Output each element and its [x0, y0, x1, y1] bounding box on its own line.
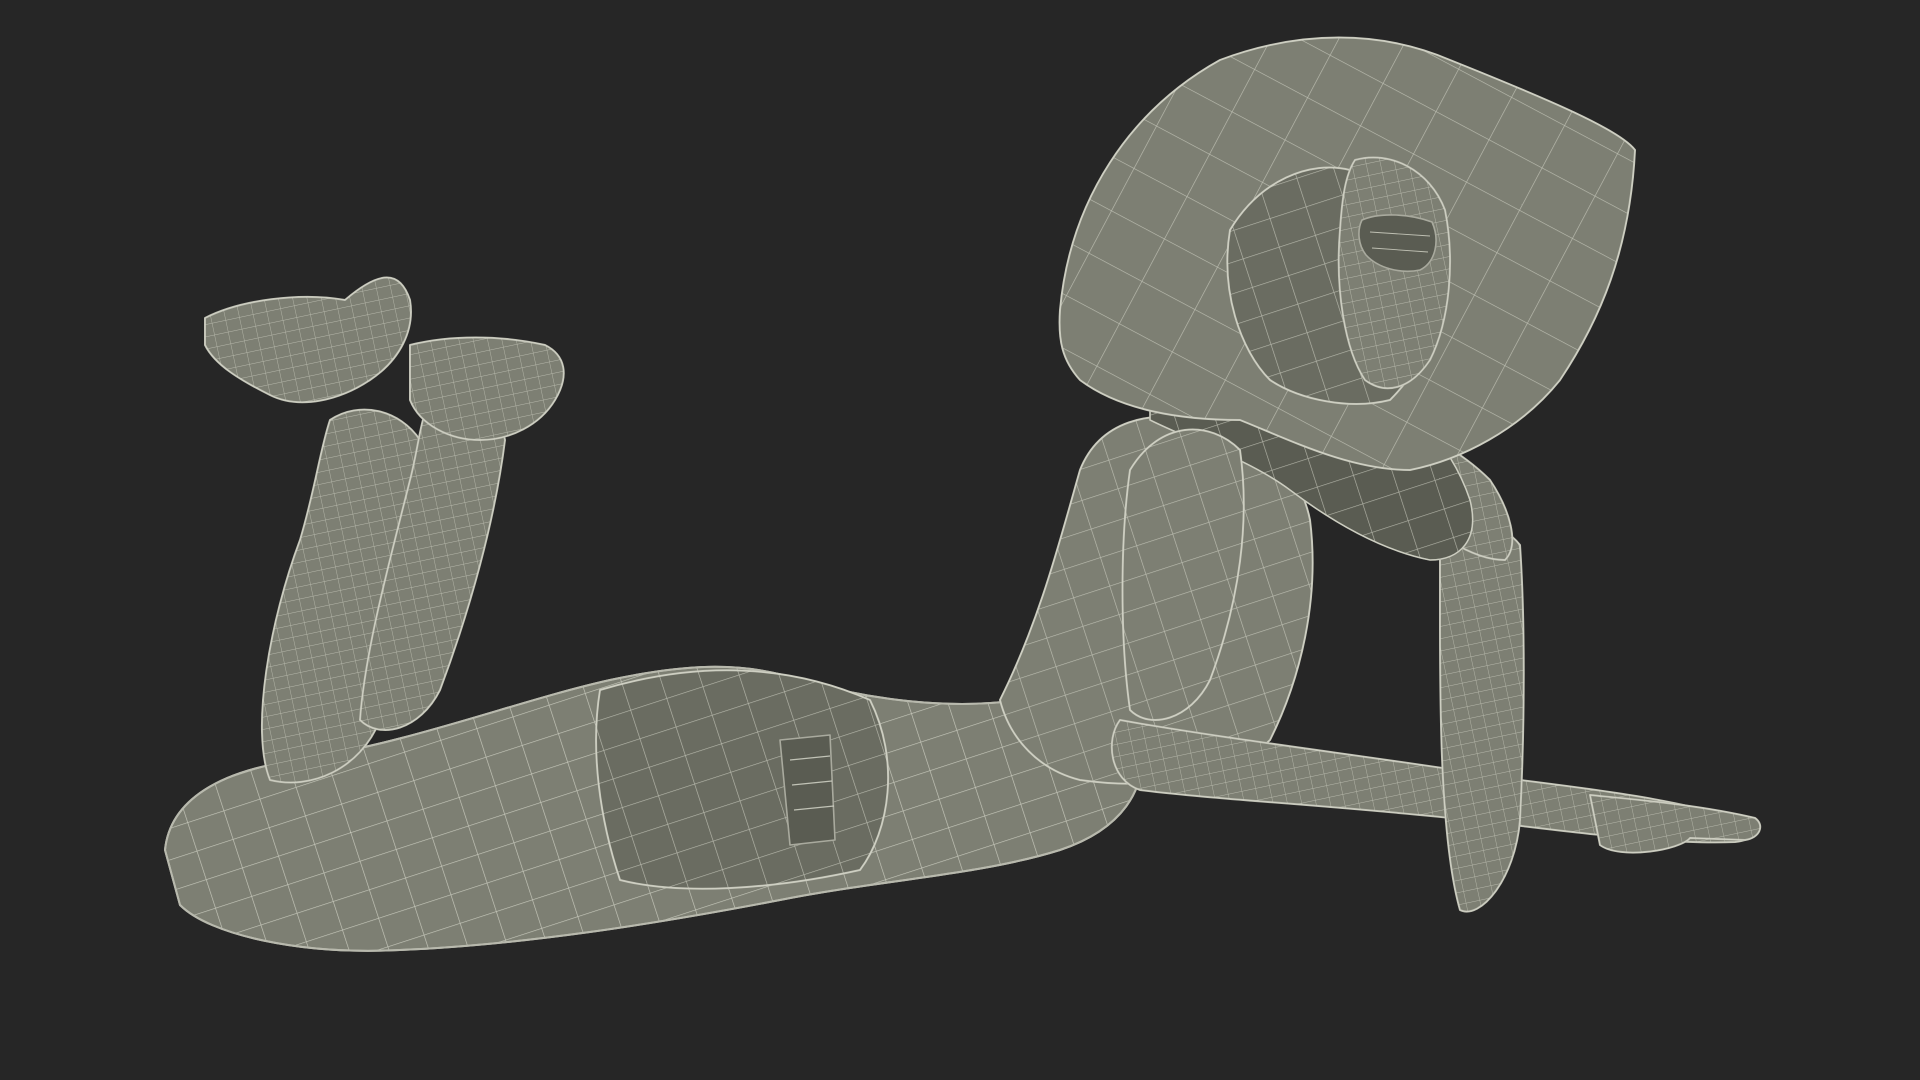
lower-body-group — [164, 276, 1143, 952]
belt-buckle-mesh — [779, 734, 836, 846]
render-viewport — [0, 0, 1920, 1080]
wireframe-figure-render — [164, 36, 1762, 952]
head-group — [1058, 36, 1636, 471]
